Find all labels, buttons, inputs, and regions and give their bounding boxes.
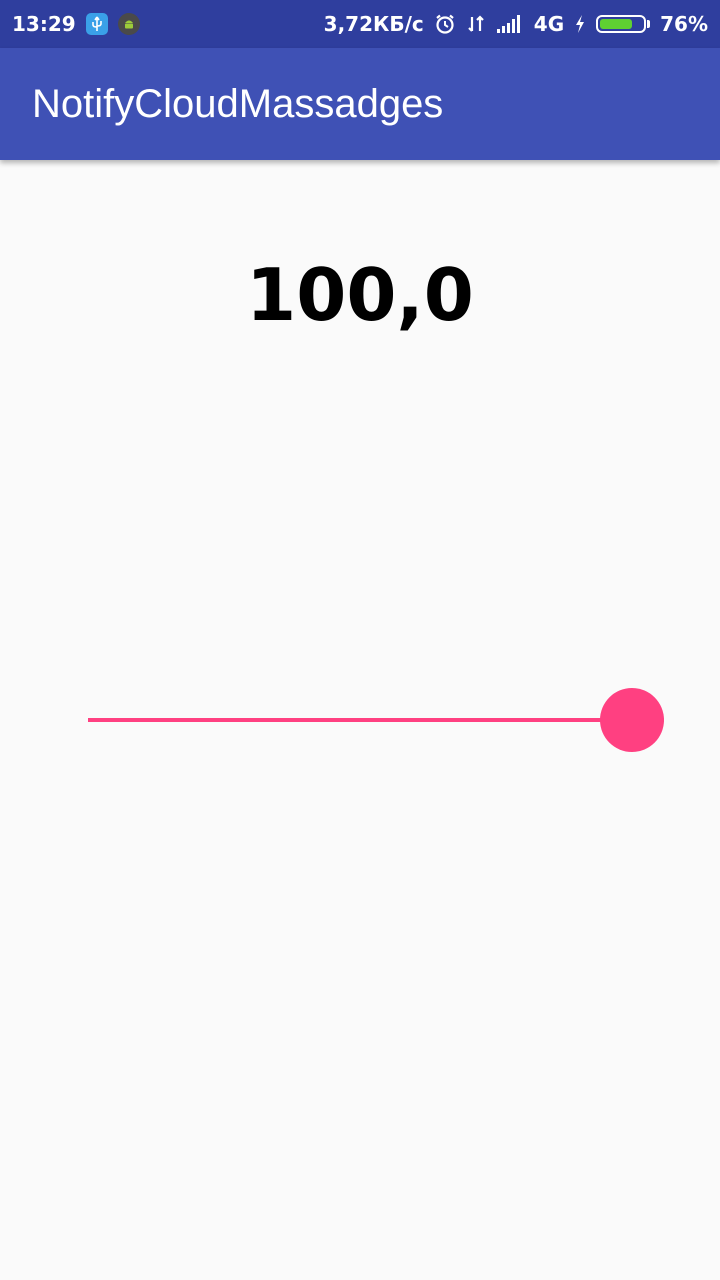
status-time: 13:29 <box>12 12 76 36</box>
android-icon <box>117 13 140 35</box>
app-bar: NotifyCloudMassadges <box>0 48 720 160</box>
value-display: 100,0 <box>246 253 474 337</box>
net-speed: 3,72КБ/с <box>323 12 424 36</box>
battery-body <box>596 15 647 33</box>
battery-fill <box>600 19 633 29</box>
alarm-icon <box>434 13 456 35</box>
status-bar-right: 3,72КБ/с 4G 76% <box>324 12 708 36</box>
seek-bar-progress[interactable] <box>88 718 632 722</box>
app-title: NotifyCloudMassadges <box>32 81 444 126</box>
battery-percent: 76% <box>660 12 708 36</box>
network-type: 4G <box>533 12 565 36</box>
battery-icon <box>596 15 651 33</box>
status-bar-left: 13:29 <box>12 12 140 36</box>
usb-icon <box>85 13 108 35</box>
charging-icon <box>574 14 586 34</box>
seek-bar[interactable] <box>88 688 664 752</box>
seek-bar-thumb[interactable] <box>600 688 664 752</box>
data-transfer-icon <box>466 13 486 35</box>
signal-icon <box>496 14 524 34</box>
battery-tip <box>647 20 651 28</box>
status-bar: 13:29 3,72КБ/с 4G 76% <box>0 0 720 48</box>
